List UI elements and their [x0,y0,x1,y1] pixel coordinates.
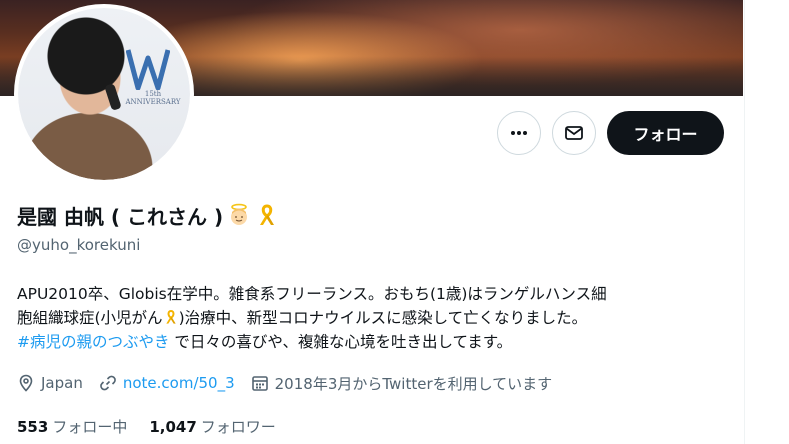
bio-line-1: APU2010卒、Globis在学中。雑食系フリーランス。おもち(1歳)はランゲ… [17,285,607,303]
joined-item: 2018年3月からTwitterを利用しています [251,373,553,394]
location-item: Japan [17,374,83,392]
following-label: フォロー中 [52,417,128,436]
location-text: Japan [41,374,83,392]
bio-line-2: 胞組織球症(小児がん )治療中、新型コロナウイルスに感染して亡くなりました。 [17,306,717,330]
user-handle: @yuho_korekuni [17,236,141,254]
more-button[interactable] [497,111,541,155]
follow-counts: 553 フォロー中 1,047 フォロワー [17,414,298,438]
following-count[interactable]: 553 フォロー中 [17,416,127,437]
bio-line-3-end: で日々の喜びや、複雑な心境を吐き出してます。 [169,333,513,351]
followers-count[interactable]: 1,047 フォロワー [149,416,275,437]
avatar-logo-text: 15th ANNIVERSARY [125,90,181,106]
following-number: 553 [17,417,49,436]
anniversary-logo [126,49,170,90]
message-button[interactable] [552,111,596,155]
follow-button[interactable]: フォロー [607,111,724,155]
joined-text: 2018年3月からTwitterを利用しています [274,374,553,393]
website-item[interactable]: note.com/50_3 [99,374,235,392]
gold-ribbon-emoji [260,204,275,225]
gold-ribbon-icon [165,309,176,324]
profile-meta: Japan note.com/50_3 2018年3月からTwitterを利用し… [17,371,568,395]
bio-line-2-start: 胞組織球症(小児がん [17,309,163,327]
display-name: 是國 由帆 ( これさん ) [17,204,224,229]
profile-bio: APU2010卒、Globis在学中。雑食系フリーランス。おもち(1歳)はランゲ… [17,282,717,354]
link-icon [99,375,116,391]
more-horizontal-icon [511,131,527,135]
avatar[interactable]: 15th ANNIVERSARY [14,4,194,184]
name-row: 是國 由帆 ( これさん ) [17,199,279,231]
calendar-icon [251,376,268,391]
website-link[interactable]: note.com/50_3 [123,374,235,392]
envelope-icon [565,126,583,140]
bio-line-3: #病児の親のつぶやき で日々の喜びや、複雑な心境を吐き出してます。 [17,330,717,354]
bio-line-2-end: )治療中、新型コロナウイルスに感染して亡くなりました。 [178,309,588,327]
location-pin-icon [19,374,33,392]
page-scrollbar[interactable] [744,0,789,444]
followers-label: フォロワー [200,417,276,436]
hashtag-link[interactable]: #病児の親のつぶやき [17,333,170,351]
followers-number: 1,047 [149,417,197,436]
angel-emoji [231,203,248,225]
